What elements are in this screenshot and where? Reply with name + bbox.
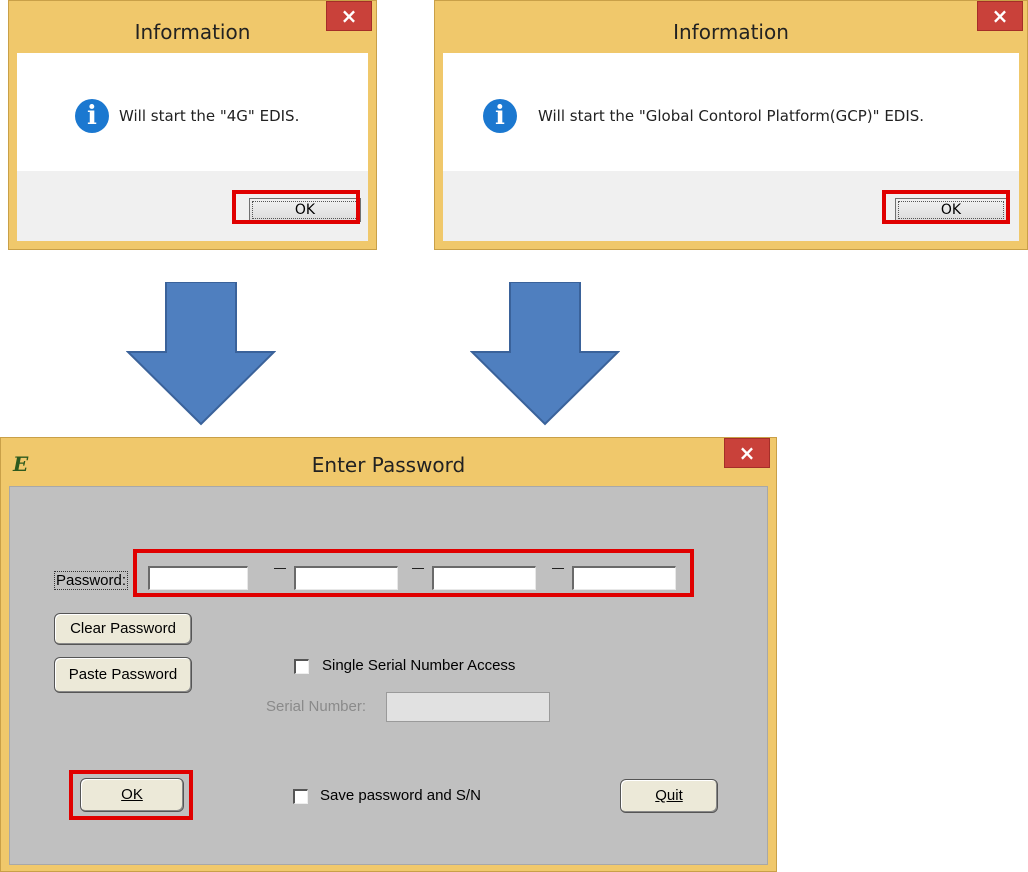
ok-button[interactable]: OK: [249, 198, 361, 222]
info-dialog-4g: Information × i Will start the "4G" EDIS…: [8, 0, 377, 250]
quit-label: Quit: [655, 787, 683, 804]
dialog-footer: OK: [17, 171, 368, 241]
info-icon: i: [483, 99, 517, 133]
save-password-checkbox[interactable]: [293, 789, 308, 804]
separator-dash: [552, 568, 564, 569]
paste-password-button[interactable]: Paste Password: [54, 657, 192, 693]
dialog-title: Information: [673, 20, 789, 44]
close-icon[interactable]: ×: [977, 1, 1023, 31]
password-field-4[interactable]: [572, 566, 676, 590]
focus-rect: [252, 201, 358, 219]
separator-dash: [412, 568, 424, 569]
serial-number-label: Serial Number:: [266, 698, 367, 715]
dialog-title: Information: [134, 20, 251, 44]
info-icon: i: [75, 99, 109, 133]
close-icon[interactable]: ×: [326, 1, 372, 31]
clear-password-button[interactable]: Clear Password: [54, 613, 192, 645]
ok-label: OK: [121, 786, 143, 803]
dialog-body: i Will start the "4G" EDIS. OK: [17, 53, 368, 241]
down-arrow-icon: [126, 282, 276, 426]
password-label: Password:: [54, 571, 129, 590]
dialog-body: Password: Clear Password Paste Password …: [9, 486, 768, 865]
dialog-body: i Will start the "Global Contorol Platfo…: [443, 53, 1019, 241]
ok-button[interactable]: OK: [80, 778, 184, 812]
separator-dash: [274, 568, 286, 569]
password-field-2[interactable]: [294, 566, 398, 590]
single-serial-label: Single Serial Number Access: [322, 657, 516, 674]
info-dialog-gcp: Information × i Will start the "Global C…: [434, 0, 1028, 250]
dialog-message: Will start the "Global Contorol Platform…: [538, 107, 925, 125]
serial-number-input: [386, 692, 550, 722]
password-field-1[interactable]: [148, 566, 248, 590]
dialog-message: Will start the "4G" EDIS.: [119, 107, 300, 125]
close-icon[interactable]: ×: [724, 438, 770, 468]
ok-button[interactable]: OK: [895, 198, 1007, 222]
dialog-title: Enter Password: [311, 453, 466, 477]
save-password-label: Save password and S/N: [320, 787, 481, 804]
password-field-3[interactable]: [432, 566, 536, 590]
single-serial-checkbox[interactable]: [294, 659, 309, 674]
enter-password-dialog: E Enter Password × Password: Clear Passw…: [0, 437, 777, 872]
focus-rect: [898, 201, 1004, 219]
dialog-footer: OK: [443, 171, 1019, 241]
down-arrow-icon: [470, 282, 620, 426]
quit-button[interactable]: Quit: [620, 779, 718, 813]
